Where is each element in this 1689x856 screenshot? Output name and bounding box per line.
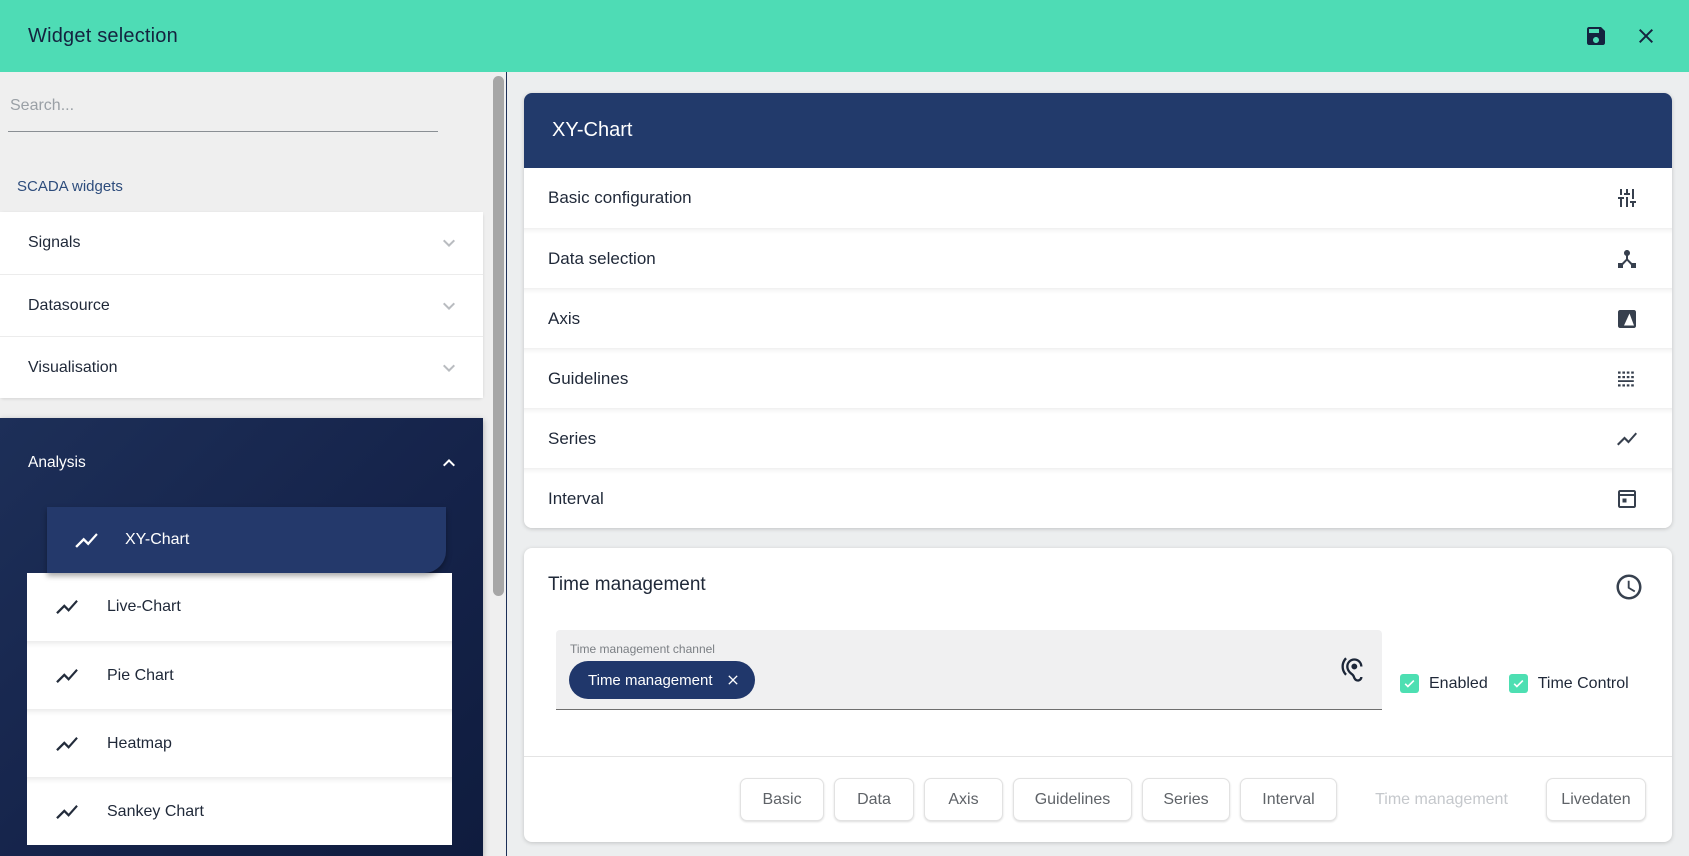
- axis-button[interactable]: Axis: [924, 778, 1003, 821]
- accordion-item-signals[interactable]: Signals: [0, 212, 483, 274]
- chevron-down-icon: [437, 356, 461, 380]
- sidebar-caption: SCADA widgets: [17, 178, 123, 195]
- guidelines-button[interactable]: Guidelines: [1013, 778, 1132, 821]
- hub-icon: [1615, 247, 1639, 271]
- sidebar-item-live-chart[interactable]: Live-Chart: [27, 573, 452, 641]
- widget-selection-dialog: Widget selection SCADA widgets Signals D…: [0, 0, 1689, 856]
- line-chart-icon: [54, 731, 80, 757]
- config-card-title: XY-Chart: [552, 119, 632, 142]
- chevron-down-icon: [437, 294, 461, 318]
- calendar-icon: [1615, 487, 1639, 511]
- titlebar: Widget selection: [0, 0, 1689, 72]
- tune-icon: [1615, 186, 1639, 210]
- search-input[interactable]: [8, 80, 438, 132]
- main-panel: XY-Chart Basic configuration Data select…: [507, 72, 1689, 856]
- data-button[interactable]: Data: [834, 778, 914, 821]
- dialog-title: Widget selection: [28, 25, 178, 48]
- analysis-panel: Analysis XY-Chart Live-Chart Pie Chart: [0, 418, 483, 856]
- section-data-selection[interactable]: Data selection: [524, 228, 1672, 288]
- widget-accordion: Signals Datasource Visualisation: [0, 212, 483, 398]
- accordion-item-analysis[interactable]: Analysis: [0, 418, 483, 507]
- time-management-button-disabled: Time management: [1347, 778, 1536, 821]
- chevron-up-icon: [437, 451, 461, 475]
- config-card-header: XY-Chart: [524, 93, 1672, 168]
- section-series[interactable]: Series: [524, 408, 1672, 468]
- time-management-title: Time management: [548, 574, 706, 596]
- guidelines-icon: [1615, 367, 1639, 391]
- sidebar-item-xy-chart-selected[interactable]: XY-Chart: [47, 507, 446, 573]
- time-management-checkboxes: Enabled Time Control: [1400, 674, 1650, 693]
- field-label: Time management channel: [570, 642, 715, 656]
- livedaten-button[interactable]: Livedaten: [1546, 778, 1646, 821]
- footer-button-row: Basic Data Axis Guidelines Series Interv…: [740, 778, 1646, 821]
- time-management-chip[interactable]: Time management: [569, 661, 755, 699]
- widget-sidebar: SCADA widgets Signals Datasource Visuali…: [0, 72, 507, 856]
- check-icon: [1403, 677, 1416, 690]
- line-chart-icon: [54, 799, 80, 825]
- enabled-checkbox[interactable]: [1400, 674, 1419, 693]
- line-chart-icon: [73, 527, 100, 554]
- sidebar-item-heatmap[interactable]: Heatmap: [27, 709, 452, 777]
- sidebar-item-sankey-chart[interactable]: Sankey Chart: [27, 777, 452, 845]
- accordion-item-datasource[interactable]: Datasource: [0, 274, 483, 336]
- time-control-checkbox[interactable]: [1509, 674, 1528, 693]
- section-guidelines[interactable]: Guidelines: [524, 348, 1672, 408]
- section-axis[interactable]: Axis: [524, 288, 1672, 348]
- section-interval[interactable]: Interval: [524, 468, 1672, 528]
- save-icon[interactable]: [1584, 24, 1608, 48]
- xy-chart-config-card: XY-Chart Basic configuration Data select…: [524, 93, 1672, 528]
- section-basic-configuration[interactable]: Basic configuration: [524, 168, 1672, 228]
- accordion-item-visualisation[interactable]: Visualisation: [0, 336, 483, 398]
- search-field: [8, 80, 438, 132]
- sidebar-scrollbar[interactable]: [493, 76, 504, 596]
- chip-remove-icon[interactable]: [725, 672, 741, 688]
- series-button[interactable]: Series: [1142, 778, 1230, 821]
- line-chart-icon: [1615, 427, 1639, 451]
- hearing-icon: [1338, 656, 1366, 684]
- clock-icon: [1614, 572, 1644, 602]
- time-management-card: Time management Time management channel …: [524, 548, 1672, 842]
- chevron-down-icon: [437, 231, 461, 255]
- footer-divider: [524, 756, 1672, 757]
- sidebar-item-pie-chart[interactable]: Pie Chart: [27, 641, 452, 709]
- close-icon[interactable]: [1634, 24, 1658, 48]
- line-chart-icon: [54, 594, 80, 620]
- analysis-sublist: Live-Chart Pie Chart Heatmap Sankey Char…: [27, 573, 452, 845]
- basic-button[interactable]: Basic: [740, 778, 824, 821]
- axis-icon: [1615, 307, 1639, 331]
- line-chart-icon: [54, 663, 80, 689]
- check-icon: [1512, 677, 1525, 690]
- interval-button[interactable]: Interval: [1240, 778, 1337, 821]
- time-management-channel-field[interactable]: Time management channel Time management: [556, 630, 1382, 710]
